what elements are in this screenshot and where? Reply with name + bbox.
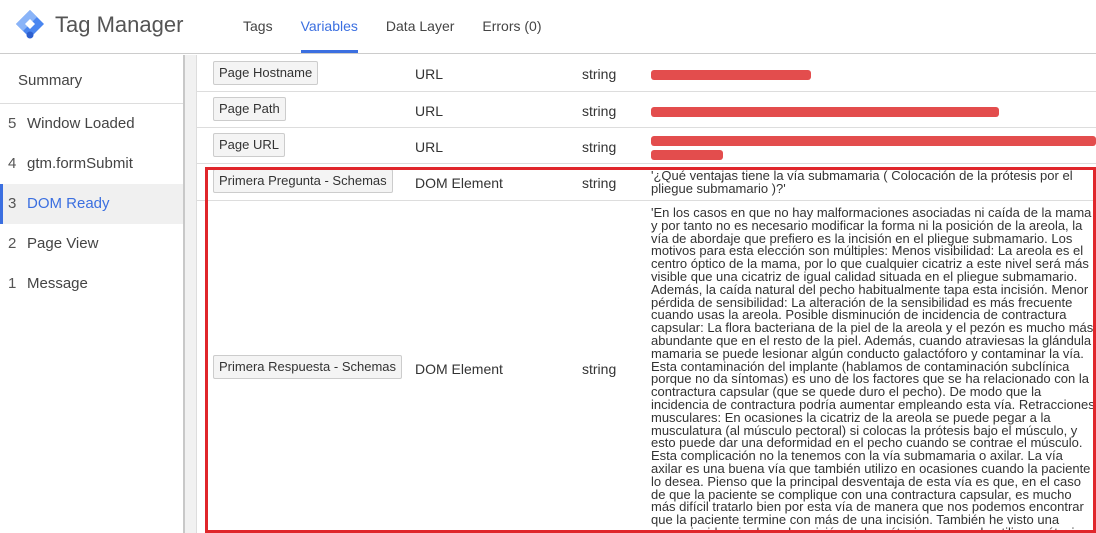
- variable-value-redacted: [651, 134, 1096, 160]
- event-sidebar: Summary 5 Window Loaded 4 gtm.formSubmit 3…: [0, 55, 183, 533]
- variable-type: DOM Element: [415, 361, 503, 377]
- event-label: gtm.formSubmit: [27, 155, 133, 172]
- table-row: Page Hostname URL string: [197, 55, 1096, 92]
- variable-value: '¿Qué ventajas tiene la vía submamaria (…: [651, 170, 1073, 196]
- table-row: Page Path URL string: [197, 92, 1096, 128]
- variable-name-button[interactable]: Page URL: [213, 133, 285, 157]
- event-label: DOM Ready: [27, 195, 110, 212]
- panel-splitter[interactable]: [183, 55, 197, 533]
- variables-table: Page Hostname URL string Page Path URL s…: [197, 55, 1096, 533]
- gtm-logo-icon: [16, 10, 44, 39]
- app-header: Tag Manager Tags Variables Data Layer Er…: [0, 0, 1096, 54]
- variable-value-redacted: [651, 68, 1096, 81]
- event-page-view[interactable]: 2 Page View: [0, 224, 183, 264]
- variable-return-type: string: [582, 175, 617, 191]
- variable-return-type: string: [582, 103, 617, 119]
- tab-data-layer[interactable]: Data Layer: [372, 0, 468, 54]
- variable-name-button[interactable]: Primera Pregunta - Schemas: [213, 169, 393, 193]
- event-number: 5: [8, 115, 17, 132]
- table-row: Page URL URL string: [197, 128, 1096, 164]
- variable-value-redacted: [651, 105, 1096, 118]
- tab-errors[interactable]: Errors (0): [468, 0, 555, 54]
- event-number: 4: [8, 155, 17, 172]
- tab-tags[interactable]: Tags: [229, 0, 287, 54]
- variable-return-type: string: [582, 66, 617, 82]
- sidebar-summary[interactable]: Summary: [0, 55, 183, 104]
- variable-name-button[interactable]: Page Path: [213, 97, 286, 121]
- variable-return-type: string: [582, 139, 617, 155]
- event-number: 1: [8, 275, 17, 292]
- table-row: Primera Respuesta - Schemas DOM Element …: [197, 201, 1096, 533]
- event-dom-ready[interactable]: 3 DOM Ready: [0, 184, 183, 224]
- variable-type: URL: [415, 66, 444, 82]
- event-message[interactable]: 1 Message: [0, 264, 183, 304]
- variable-return-type: string: [582, 361, 617, 377]
- variable-name-button[interactable]: Page Hostname: [213, 61, 319, 85]
- variable-type: DOM Element: [415, 175, 503, 191]
- variable-type: URL: [415, 139, 444, 155]
- variable-name-button[interactable]: Primera Respuesta - Schemas: [213, 355, 403, 379]
- variable-value: 'En los casos en que no hay malformacion…: [651, 207, 1095, 533]
- event-label: Message: [27, 275, 88, 292]
- tab-bar: Tags Variables Data Layer Errors (0): [229, 0, 556, 54]
- event-number: 2: [8, 235, 17, 252]
- tab-variables[interactable]: Variables: [287, 0, 372, 54]
- event-number: 3: [8, 195, 17, 212]
- event-window-loaded[interactable]: 5 Window Loaded: [0, 104, 183, 144]
- event-label: Window Loaded: [27, 115, 135, 132]
- event-gtm-formsubmit[interactable]: 4 gtm.formSubmit: [0, 144, 183, 184]
- app-title: Tag Manager: [55, 12, 184, 37]
- table-row: Primera Pregunta - Schemas DOM Element s…: [197, 164, 1096, 201]
- variable-type: URL: [415, 103, 444, 119]
- event-label: Page View: [27, 235, 99, 252]
